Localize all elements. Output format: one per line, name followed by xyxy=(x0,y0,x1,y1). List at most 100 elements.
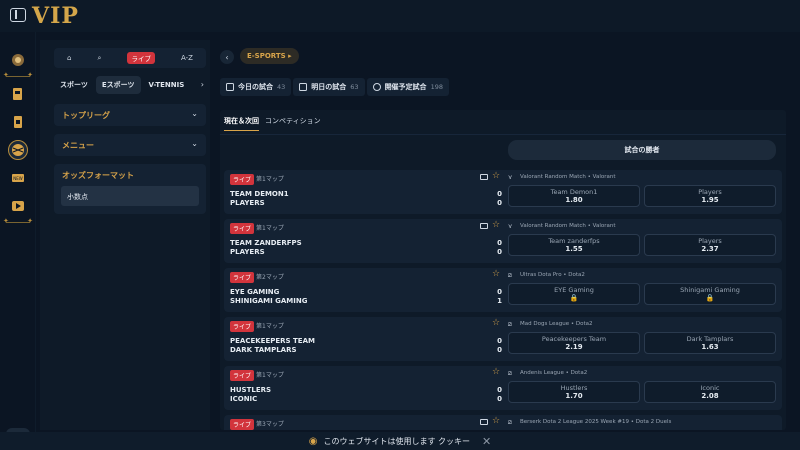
odds-value: 1.70 xyxy=(565,392,583,400)
odds-button-home[interactable]: Team zanderfps 1.55 xyxy=(508,234,640,256)
top-leagues-title: トップリーグ xyxy=(62,111,110,120)
odds-button-away[interactable]: Shinigami Gaming 🔒 xyxy=(644,283,776,305)
esports-breadcrumb-chip[interactable]: E-SPORTS ▸ xyxy=(240,48,299,64)
cards-icon[interactable] xyxy=(8,112,28,132)
quick-filter-row: ⌂ ⌕ ライブ A-Z xyxy=(54,48,206,68)
live-badge: ライブ xyxy=(230,419,255,430)
close-icon[interactable]: ✕ xyxy=(482,435,491,448)
vip-logo[interactable]: VIP xyxy=(32,3,79,29)
game-icon: ⋎ xyxy=(508,174,513,181)
tab-sports[interactable]: スポーツ xyxy=(54,76,94,94)
score-home: 0 xyxy=(497,239,502,247)
odds-button-away[interactable]: Dark Tamplars 1.63 xyxy=(644,332,776,354)
match-row[interactable]: ライブ 第2マップ EYE GAMING SHINIGAMI GAMING 0 1 ☆ ⧄ Ul… xyxy=(224,268,782,312)
odds-button-home[interactable]: EYE Gaming 🔒 xyxy=(508,283,640,305)
chevron-down-icon: ⌄ xyxy=(67,191,73,199)
team-away: ICONIC xyxy=(230,395,258,403)
sports-sidebar: ⌂ ⌕ ライブ A-Z スポーツ Eスポーツ V-TENNIS › トップリーグ… xyxy=(40,40,210,430)
odds-team-name: Team Demon1 xyxy=(550,188,598,196)
rail-divider xyxy=(3,71,33,79)
live-stream-icon[interactable] xyxy=(480,223,488,229)
cookie-icon: ◉ xyxy=(308,435,318,447)
odds-team-name: Players xyxy=(698,188,722,196)
odds-team-name: Players xyxy=(698,237,722,245)
menu-panel[interactable]: メニュー ⌄ xyxy=(54,134,206,156)
video-play-icon[interactable] xyxy=(8,196,28,216)
favorite-star-icon[interactable]: ☆ xyxy=(492,416,500,426)
score-home: 0 xyxy=(497,337,502,345)
filter-upcoming[interactable]: 開催予定試合 198 xyxy=(366,78,449,96)
odds-team-name: Shinigami Gaming xyxy=(680,286,740,294)
match-row[interactable]: ライブ 第1マップ HUSTLERS ICONIC 0 0 ☆ ⧄ Andenis League… xyxy=(224,366,782,410)
sidebar-toggle-icon[interactable] xyxy=(10,8,26,22)
odds-button-away[interactable]: Players 1.95 xyxy=(644,185,776,207)
map-number: 第1マップ xyxy=(256,323,284,330)
slot-machine-icon[interactable] xyxy=(8,84,28,104)
score-away: 0 xyxy=(497,395,502,403)
market-winner-tab[interactable]: 試合の勝者 xyxy=(508,140,776,160)
game-icon: ⧄ xyxy=(508,272,512,279)
filter-today[interactable]: 今日の試合 43 xyxy=(220,78,292,96)
chevron-right-icon[interactable]: › xyxy=(201,80,204,89)
tab-vtennis[interactable]: V-TENNIS xyxy=(143,76,191,94)
league-name: Berserk Dota 2 League 2025 Week #19 • Do… xyxy=(520,419,672,425)
tab-competitions[interactable]: コンペティション xyxy=(265,116,321,131)
tab-esports[interactable]: Eスポーツ xyxy=(95,76,141,94)
live-badge: ライブ xyxy=(230,223,255,234)
odds-button-home[interactable]: Peacekeepers Team 2.19 xyxy=(508,332,640,354)
az-sort-button[interactable]: A-Z xyxy=(181,54,193,62)
map-number: 第1マップ xyxy=(256,225,284,232)
icon-rail: NEW 💬 xyxy=(0,32,36,450)
top-leagues-panel[interactable]: トップリーグ ⌄ xyxy=(54,104,206,126)
tab-current-next[interactable]: 現在＆次回 xyxy=(224,116,259,131)
match-row[interactable]: ライブ 第1マップ TEAM ZANDERFPS PLAYERS 0 0 ☆ ⋎ Valoran… xyxy=(224,219,782,263)
favorite-star-icon[interactable]: ☆ xyxy=(492,220,500,230)
back-button[interactable]: ‹ xyxy=(220,50,234,64)
sport-type-tabs: スポーツ Eスポーツ V-TENNIS › xyxy=(54,76,206,94)
search-icon[interactable]: ⌕ xyxy=(98,54,102,63)
filter-upcoming-label: 開催予定試合 xyxy=(384,83,427,91)
live-stream-icon[interactable] xyxy=(480,419,488,425)
svg-text:NEW: NEW xyxy=(13,176,23,181)
team-away: PLAYERS xyxy=(230,248,265,256)
favorite-star-icon[interactable]: ☆ xyxy=(492,318,500,328)
team-away: SHINIGAMI GAMING xyxy=(230,297,308,305)
team-home: TEAM DEMON1 xyxy=(230,190,289,198)
odds-format-select[interactable]: 小数点 ⌄ xyxy=(61,186,199,206)
odds-button-home[interactable]: Hustlers 1.70 xyxy=(508,381,640,403)
filter-upcoming-count: 198 xyxy=(430,83,443,91)
game-icon: ⧄ xyxy=(508,370,512,377)
match-row[interactable]: ライブ 第1マップ PEACEKEEPERS TEAM DARK TAMPLARS 0 0… xyxy=(224,317,782,361)
odds-team-name: Dark Tamplars xyxy=(686,335,734,343)
odds-value: 1.55 xyxy=(565,245,583,253)
odds-button-away[interactable]: Iconic 2.08 xyxy=(644,381,776,403)
filter-tomorrow[interactable]: 明日の試合 63 xyxy=(293,78,365,96)
calendar-icon xyxy=(299,83,308,91)
sports-ball-icon[interactable] xyxy=(8,140,28,160)
odds-button-away[interactable]: Players 2.37 xyxy=(644,234,776,256)
team-home: HUSTLERS xyxy=(230,386,272,394)
odds-value: 1.80 xyxy=(565,196,583,204)
score-away: 0 xyxy=(497,248,502,256)
favorite-star-icon[interactable]: ☆ xyxy=(492,367,500,377)
live-badge: ライブ xyxy=(230,370,255,381)
score-away: 1 xyxy=(497,297,502,305)
chevron-down-icon: ⌄ xyxy=(191,109,198,118)
favorite-star-icon[interactable]: ☆ xyxy=(492,269,500,279)
casino-icon[interactable] xyxy=(8,50,28,70)
match-row[interactable]: ライブ 第3マップ ☆ ⧄ Berserk Dota 2 League 2025 Wee… xyxy=(224,415,782,430)
favorite-star-icon[interactable]: ☆ xyxy=(492,171,500,181)
live-stream-icon[interactable] xyxy=(480,174,488,180)
league-name: Andenis League • Dota2 xyxy=(520,370,588,376)
home-icon[interactable]: ⌂ xyxy=(67,54,71,62)
live-filter-button[interactable]: ライブ xyxy=(127,52,155,64)
cookie-text: このウェブサイトは使用します クッキー xyxy=(323,436,471,446)
league-name: Ultras Dota Pro • Dota2 xyxy=(520,272,585,278)
league-name: Valorant Random Match • Valorant xyxy=(520,174,616,180)
odds-team-name: Peacekeepers Team xyxy=(541,335,607,343)
league-name: Valorant Random Match • Valorant xyxy=(520,223,616,229)
team-away: PLAYERS xyxy=(230,199,265,207)
match-row[interactable]: ライブ 第1マップ TEAM DEMON1 PLAYERS 0 0 ☆ ⋎ Valorant R… xyxy=(224,170,782,214)
lottery-icon[interactable]: NEW xyxy=(8,168,28,188)
odds-button-home[interactable]: Team Demon1 1.80 xyxy=(508,185,640,207)
